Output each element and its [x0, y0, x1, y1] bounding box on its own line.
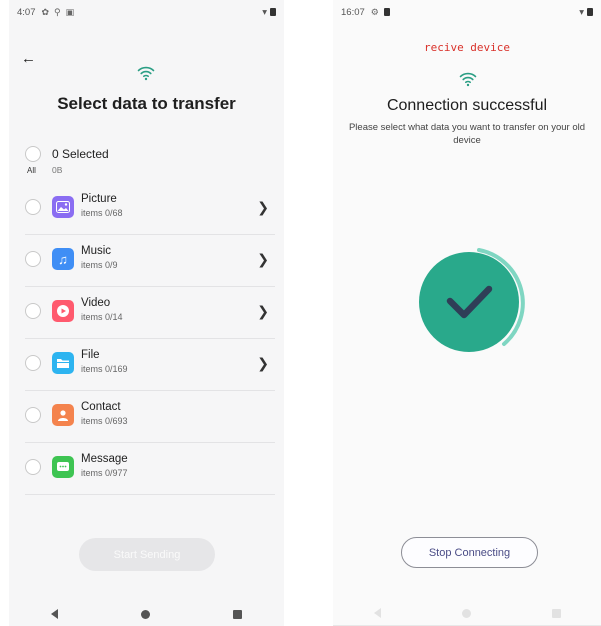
page-title: Select data to transfer — [57, 94, 236, 113]
item-count: items 0/9 — [81, 260, 118, 270]
screenshot-icon: ▣ — [65, 6, 75, 17]
status-time: 16:07 — [341, 6, 365, 18]
nav-home-icon[interactable] — [140, 609, 150, 619]
chevron-right-icon[interactable]: ❯ — [257, 251, 269, 268]
chevron-right-icon[interactable]: ❯ — [257, 303, 269, 320]
item-count: items 0/68 — [81, 208, 123, 218]
settings-icon: ✿ — [41, 6, 50, 17]
item-count: items 0/977 — [81, 468, 128, 478]
item-radio[interactable] — [25, 407, 41, 423]
success-check-icon — [409, 244, 529, 369]
select-all-radio[interactable] — [25, 146, 41, 162]
message-icon — [52, 456, 74, 478]
selected-count: 0 Selected — [52, 147, 109, 161]
connection-subtext: Please select what data you want to tran… — [348, 122, 586, 146]
status-bar: 16:07 ⚙ ▾ — [333, 0, 601, 24]
list-item-message[interactable]: Message items 0/977 — [25, 443, 275, 495]
list-item-video[interactable]: Video items 0/14 ❯ — [25, 287, 275, 339]
wifi-status-icon: ▾ — [579, 6, 584, 18]
location-icon: ⚲ — [54, 6, 61, 17]
list-item-music[interactable]: ♫ Music items 0/9 ❯ — [25, 235, 275, 287]
all-label: All — [27, 166, 36, 175]
chevron-right-icon[interactable]: ❯ — [257, 355, 269, 372]
wifi-icon — [137, 65, 155, 81]
item-name: Music — [81, 245, 112, 257]
stop-connecting-button[interactable]: Stop Connecting — [401, 537, 538, 568]
nav-recent-icon[interactable] — [233, 609, 243, 619]
item-radio[interactable] — [25, 303, 41, 319]
item-name: Contact — [81, 401, 121, 413]
receiver-screen: 16:07 ⚙ ▾ recive device Connection succe… — [333, 0, 601, 626]
picture-icon — [52, 196, 74, 218]
device-label: recive device — [423, 41, 511, 54]
system-nav-bar — [333, 601, 601, 625]
list-item-file[interactable]: File items 0/169 ❯ — [25, 339, 275, 391]
sim-icon — [383, 8, 390, 16]
folder-icon — [52, 352, 74, 374]
item-count: items 0/169 — [81, 364, 128, 374]
list-item-picture[interactable]: Picture items 0/68 ❯ — [25, 183, 275, 235]
music-icon: ♫ — [52, 248, 74, 270]
back-arrow-icon[interactable]: ← — [21, 50, 36, 67]
system-nav-bar — [9, 602, 284, 626]
item-count: items 0/14 — [81, 312, 123, 322]
settings-icon: ⚙ — [370, 6, 379, 17]
select-all-row[interactable]: All 0 Selected 0B — [25, 146, 275, 180]
item-name: Video — [81, 297, 111, 309]
video-icon — [52, 300, 74, 322]
item-radio[interactable] — [25, 199, 41, 215]
connection-heading: Connection successful — [386, 97, 548, 114]
sender-screen: 4:07 ✿ ⚲ ▣ ▾ ← Select data to transfer A… — [9, 0, 284, 626]
wifi-status-icon: ▾ — [262, 6, 267, 18]
list-item-contact[interactable]: Contact items 0/693 — [25, 391, 275, 443]
item-radio[interactable] — [25, 251, 41, 267]
battery-icon — [270, 8, 276, 16]
item-radio[interactable] — [25, 355, 41, 371]
nav-back-icon[interactable] — [373, 608, 381, 618]
nav-recent-icon[interactable] — [551, 608, 561, 618]
battery-icon — [587, 8, 593, 16]
status-bar: 4:07 ✿ ⚲ ▣ ▾ — [9, 0, 284, 24]
nav-home-icon[interactable] — [461, 608, 471, 618]
chevron-right-icon[interactable]: ❯ — [257, 199, 269, 216]
item-count: items 0/693 — [81, 416, 128, 426]
item-radio[interactable] — [25, 459, 41, 475]
selected-size: 0B — [52, 165, 63, 175]
contact-icon — [52, 404, 74, 426]
item-name: Message — [81, 453, 128, 465]
status-time: 4:07 — [17, 6, 36, 18]
wifi-icon — [459, 71, 477, 87]
nav-back-icon[interactable] — [50, 609, 58, 619]
start-sending-button[interactable]: Start Sending — [79, 538, 215, 571]
item-name: File — [81, 349, 100, 361]
item-name: Picture — [81, 193, 117, 205]
